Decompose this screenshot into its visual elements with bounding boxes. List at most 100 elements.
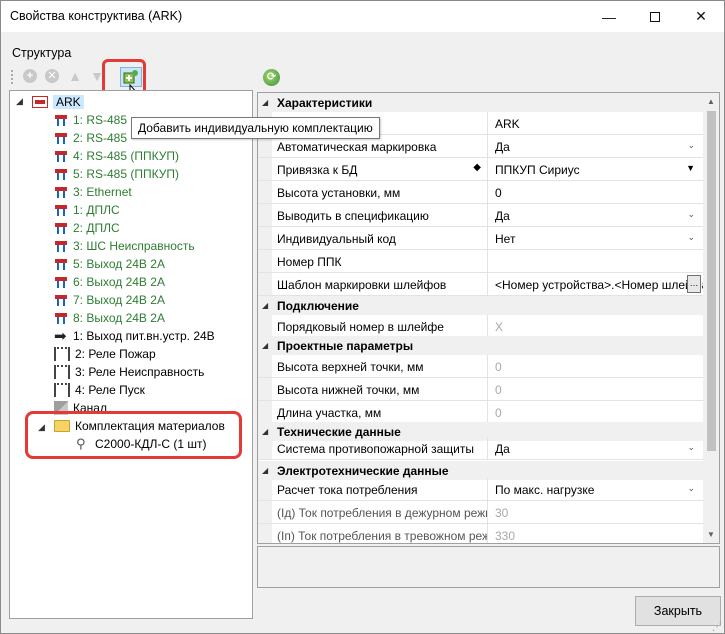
property-value[interactable]: 0 <box>489 181 703 203</box>
property-grid[interactable]: ◢Характеристики Маркировка)ARK Автоматич… <box>257 92 720 544</box>
add-element-button[interactable]: + <box>21 67 39 85</box>
property-row[interactable]: Выводить в спецификацию Да ⌄ <box>258 204 703 227</box>
rs485-icon <box>54 167 68 181</box>
tree-root-item[interactable]: ARK <box>32 93 84 111</box>
tree-item-label: 1: RS-485 <box>73 113 128 127</box>
property-value[interactable]: Да ⌄ <box>489 135 703 157</box>
property-description-panel <box>257 546 720 588</box>
property-row[interactable]: Длина участка, мм 0 <box>258 401 703 424</box>
tree-item[interactable]: 5: RS-485 (ППКУП) <box>54 165 179 183</box>
property-name: Номер ППК <box>277 250 488 272</box>
scroll-down-icon[interactable]: ▼ <box>707 530 715 539</box>
tree-item[interactable]: 2: Реле Пожар <box>54 345 156 363</box>
tree-item[interactable]: 3: Реле Неисправность <box>54 363 204 381</box>
property-row[interactable]: Высота верхней точки, мм 0 <box>258 355 703 378</box>
property-name: Индивидуальный код <box>277 227 488 249</box>
property-value: 0 <box>495 383 502 397</box>
ethernet-icon <box>54 185 68 199</box>
property-row[interactable]: (Iд) Ток потребления в дежурном режиме 30 <box>258 501 703 524</box>
chevron-down-icon[interactable]: ⌄ <box>687 209 695 220</box>
title-bar: Свойства конструктива (ARK) — ✕ <box>1 1 724 32</box>
dropdown-arrow-icon[interactable]: ▼ <box>686 163 695 173</box>
scroll-up-icon[interactable]: ▲ <box>707 97 715 106</box>
chevron-down-icon[interactable]: ⌄ <box>687 232 695 243</box>
close-icon: ✕ <box>695 8 707 24</box>
property-value[interactable]: <Номер устройства>.<Номер шлейфа>… <box>489 273 703 295</box>
chevron-down-icon[interactable]: ⌄ <box>687 442 695 453</box>
category-characteristics[interactable]: ◢ Характеристики <box>258 93 703 112</box>
close-window-button[interactable]: ✕ <box>678 1 724 32</box>
tree-item[interactable]: 3: Ethernet <box>54 183 132 201</box>
close-button[interactable]: Закрыть <box>635 596 721 626</box>
tree-item[interactable]: 4: Реле Пуск <box>54 381 145 399</box>
tree-item-label: 5: Выход 24В 2А <box>73 257 165 271</box>
property-name: (Iп) Ток потребления в тревожном режиме <box>277 524 488 543</box>
category-connection[interactable]: ◢ Подключение <box>258 296 703 315</box>
window-title: Свойства конструктива (ARK) <box>10 9 183 23</box>
ellipsis-button[interactable]: … <box>687 275 701 293</box>
tree-item[interactable]: 8: Выход 24В 2А <box>54 309 165 327</box>
collapse-category-icon[interactable]: ◢ <box>262 98 268 107</box>
minimize-button[interactable]: — <box>586 1 632 32</box>
resize-grip-icon[interactable]: ⋰ <box>712 622 722 633</box>
output-icon <box>54 257 68 271</box>
collapse-root-icon[interactable]: ◢ <box>16 96 23 107</box>
collapse-category-icon[interactable]: ◢ <box>262 466 268 475</box>
property-name: Высота нижней точки, мм <box>277 378 488 400</box>
property-row[interactable]: Привязка к БД ◆ ППКУП Сириус ▼ <box>258 158 703 181</box>
structure-tree[interactable]: ◢ ARK 1: RS-485 2: RS-485 4: RS-485 (ППК… <box>9 90 253 619</box>
tree-item[interactable]: 1: RS-485 <box>54 111 127 129</box>
tree-item[interactable]: 3: ШС Неисправность <box>54 237 195 255</box>
property-row[interactable]: Шаблон маркировки шлейфов <Номер устройст… <box>258 273 703 296</box>
property-value[interactable]: ППКУП Сириус ▼ <box>489 158 703 180</box>
remove-element-button[interactable]: ✕ <box>43 67 61 85</box>
tree-item[interactable]: 5: Выход 24В 2А <box>54 255 165 273</box>
tree-item[interactable]: ➡ 1: Выход пит.вн.устр. 24В <box>54 327 215 345</box>
property-value[interactable]: Да ⌄ <box>489 204 703 226</box>
property-row[interactable]: Расчет тока потребления По макс. нагрузке… <box>258 478 703 501</box>
property-value[interactable]: Нет ⌄ <box>489 227 703 249</box>
rs485-icon <box>54 131 68 145</box>
property-row[interactable]: Высота установки, мм 0 <box>258 181 703 204</box>
loop-icon <box>54 239 68 253</box>
move-up-button[interactable]: ▲ <box>66 67 84 85</box>
tree-item[interactable]: 1: ДПЛС <box>54 201 120 219</box>
property-value[interactable] <box>489 250 703 272</box>
property-value[interactable]: Да ⌄ <box>489 437 703 459</box>
property-value[interactable]: По макс. нагрузке ⌄ <box>489 478 703 500</box>
properties-window: Свойства конструктива (ARK) — ✕ Структур… <box>0 0 725 634</box>
property-row[interactable]: Высота нижней точки, мм 0 <box>258 378 703 401</box>
property-row[interactable]: Порядковый номер в шлейфе X <box>258 315 703 338</box>
property-row[interactable]: (Iп) Ток потребления в тревожном режиме 3… <box>258 524 703 543</box>
vertical-scrollbar[interactable]: ▲ ▼ <box>703 93 719 543</box>
chevron-down-icon[interactable]: ⌄ <box>687 140 695 151</box>
tree-item[interactable]: 6: Выход 24В 2А <box>54 273 165 291</box>
property-value[interactable]: ARK <box>489 112 703 134</box>
tree-item-label: 3: Ethernet <box>73 185 132 199</box>
rs485-icon <box>54 113 68 127</box>
chevron-down-icon[interactable]: ⌄ <box>687 483 695 494</box>
collapse-category-icon[interactable]: ◢ <box>262 427 268 436</box>
property-name: Привязка к БД ◆ <box>277 158 488 180</box>
property-row[interactable]: Система противопожарной защиты Да ⌄ <box>258 437 703 460</box>
tree-item[interactable]: 2: RS-485 <box>54 129 127 147</box>
maximize-button[interactable] <box>632 1 678 32</box>
tree-item[interactable]: 2: ДПЛС <box>54 219 120 237</box>
diamond-icon: ◆ <box>473 162 481 173</box>
tree-item[interactable]: 4: RS-485 (ППКУП) <box>54 147 179 165</box>
output-icon <box>54 311 68 325</box>
property-row[interactable]: Индивидуальный код Нет ⌄ <box>258 227 703 250</box>
scrollbar-thumb[interactable] <box>707 111 716 451</box>
collapse-category-icon[interactable]: ◢ <box>262 301 268 310</box>
maximize-icon <box>650 11 660 22</box>
tree-item[interactable]: 7: Выход 24В 2А <box>54 291 165 309</box>
refresh-icon[interactable]: ⟳ <box>263 69 280 86</box>
loop-icon <box>54 203 68 217</box>
property-name: Порядковый номер в шлейфе <box>277 315 488 337</box>
add-kit-tooltip: Добавить индивидуальную комплектацию <box>131 117 380 139</box>
property-value: 30 <box>495 506 509 520</box>
property-row[interactable]: Номер ППК <box>258 250 703 273</box>
tree-item-label: 2: Реле Пожар <box>75 347 156 361</box>
category-design[interactable]: ◢ Проектные параметры <box>258 336 703 355</box>
collapse-category-icon[interactable]: ◢ <box>262 341 268 350</box>
